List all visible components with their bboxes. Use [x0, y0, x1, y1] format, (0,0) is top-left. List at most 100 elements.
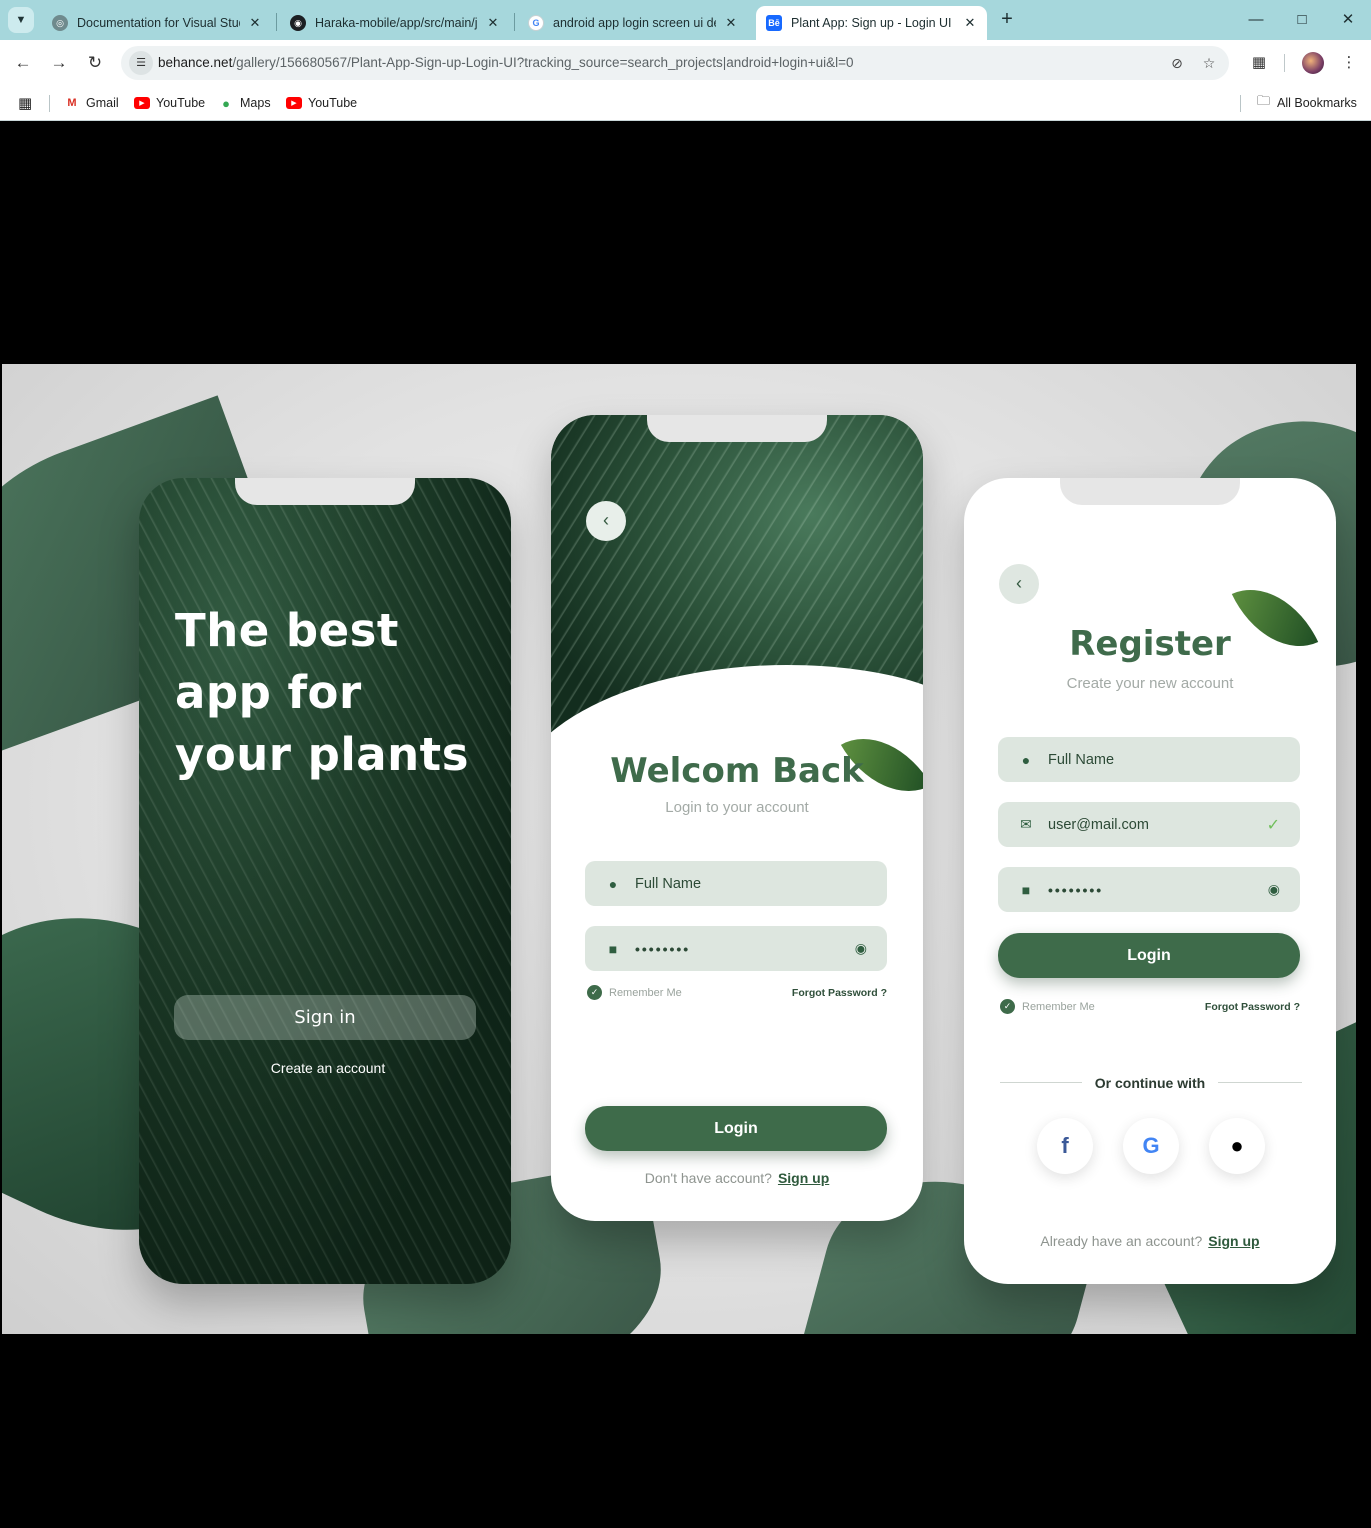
sign-in-button[interactable]: Sign in: [174, 995, 476, 1040]
close-icon[interactable]: ✕: [248, 15, 262, 31]
remember-me-label: Remember Me: [1022, 1000, 1095, 1013]
lock-icon: ■: [1021, 881, 1031, 898]
menu-kebab-icon[interactable]: ⋮: [1337, 51, 1361, 75]
login-subtitle: Login to your account: [665, 799, 809, 816]
phone-notch: [1060, 478, 1240, 505]
bookmark-youtube-2[interactable]: ▶ YouTube: [286, 93, 357, 113]
tab-google-search[interactable]: G android app login screen ui des ✕: [518, 6, 748, 40]
lock-icon: ■: [608, 940, 618, 957]
all-bookmarks-label: All Bookmarks: [1277, 96, 1357, 110]
forward-arrow-icon[interactable]: →: [47, 51, 71, 75]
minimize-icon[interactable]: —: [1244, 8, 1268, 32]
apple-icon[interactable]: ●: [1209, 1118, 1265, 1174]
maximize-icon[interactable]: □: [1290, 8, 1314, 32]
email-value: user@mail.com: [1048, 816, 1149, 833]
eye-icon[interactable]: ◉: [855, 940, 867, 957]
url-path: /gallery/156680567/Plant-App-Sign-up-Log…: [232, 55, 854, 70]
or-continue-with: Or continue with: [1094, 1075, 1206, 1091]
all-bookmarks[interactable]: 🗀 All Bookmarks: [1257, 93, 1357, 113]
tab-documentation[interactable]: ◎ Documentation for Visual Studi ✕: [42, 6, 272, 40]
navigation-toolbar: ← → ↻ ☰ behance.net/gallery/156680567/Pl…: [0, 40, 1371, 86]
close-icon[interactable]: ✕: [486, 15, 500, 31]
password-mask: ••••••••: [1048, 881, 1104, 898]
tab-title: android app login screen ui des: [553, 16, 716, 30]
reload-icon[interactable]: ↻: [83, 51, 107, 75]
bookmark-label: Maps: [240, 96, 271, 110]
browser-chrome: ▼ ◎ Documentation for Visual Studi ✕ ◉ H…: [0, 0, 1371, 121]
tab-search-button[interactable]: ▼: [8, 7, 34, 33]
github-icon: ◉: [290, 15, 306, 31]
phone-register-screen: ‹ Register Create your new account ● Ful…: [964, 478, 1336, 1284]
tab-title: Plant App: Sign up - Login UI ::: [791, 16, 955, 30]
eye-off-icon[interactable]: ⊘: [1167, 53, 1187, 73]
apps-grid-icon[interactable]: ▦: [18, 93, 32, 113]
back-chevron-icon[interactable]: ‹: [586, 501, 626, 541]
forgot-password-link[interactable]: Forgot Password ?: [1205, 1001, 1300, 1013]
url-domain: behance.net: [158, 55, 233, 70]
phone-notch: [235, 478, 415, 505]
bookmark-label: YouTube: [156, 96, 206, 110]
phone-welcome-screen: The best app for your plants Sign in Cre…: [139, 478, 511, 1284]
check-icon: ✓: [1000, 999, 1015, 1014]
bookmarks-bar: ▦ M Gmail ▶ YouTube ● Maps ▶ YouTube 🗀 A…: [0, 86, 1371, 121]
login-button[interactable]: Login: [998, 933, 1300, 978]
bookmark-youtube[interactable]: ▶ YouTube: [134, 93, 205, 113]
bookmark-gmail[interactable]: M Gmail: [64, 93, 119, 113]
tab-separator: [514, 13, 515, 31]
full-name-placeholder: Full Name: [1048, 751, 1115, 768]
window-close-icon[interactable]: ✕: [1336, 8, 1360, 32]
scrollbar[interactable]: [1357, 121, 1371, 1528]
back-arrow-icon[interactable]: ←: [11, 51, 35, 75]
sign-up-link[interactable]: Sign up: [778, 1170, 829, 1186]
facebook-icon[interactable]: f: [1037, 1118, 1093, 1174]
remember-me-checkbox[interactable]: ✓ Remember Me: [587, 985, 682, 1000]
tab-title: Documentation for Visual Studi: [77, 16, 240, 30]
mail-icon: ✉: [1020, 816, 1032, 832]
toolbar-divider: [1284, 54, 1285, 72]
site-info-icon[interactable]: ☰: [129, 51, 153, 75]
eye-icon[interactable]: ◉: [1268, 881, 1280, 898]
star-icon[interactable]: ☆: [1199, 53, 1219, 73]
extensions-icon[interactable]: ▦: [1247, 51, 1271, 75]
sign-up-link[interactable]: Sign up: [1208, 1233, 1259, 1249]
forgot-password-link[interactable]: Forgot Password ?: [792, 987, 887, 999]
google-icon: G: [528, 15, 544, 31]
tab-strip: ▼ ◎ Documentation for Visual Studi ✕ ◉ H…: [0, 0, 1371, 40]
password-field[interactable]: ■ •••••••• ◉: [585, 926, 887, 971]
close-icon[interactable]: ✕: [724, 15, 738, 31]
full-name-field[interactable]: ● Full Name: [998, 737, 1300, 782]
google-icon[interactable]: G: [1123, 1118, 1179, 1174]
maps-icon: ●: [218, 96, 234, 111]
new-tab-button[interactable]: +: [996, 9, 1018, 31]
login-title: Welcom Back: [610, 751, 864, 791]
headline-line: The best: [175, 604, 399, 657]
page-viewport: The best app for your plants Sign in Cre…: [0, 121, 1371, 1528]
password-field[interactable]: ■ •••••••• ◉: [998, 867, 1300, 912]
tab-behance-active[interactable]: Bē Plant App: Sign up - Login UI :: ✕: [756, 6, 987, 40]
full-name-placeholder: Full Name: [635, 875, 702, 892]
login-button[interactable]: Login: [585, 1106, 887, 1151]
create-account-link[interactable]: Create an account: [139, 1060, 511, 1076]
address-bar[interactable]: ☰ behance.net/gallery/156680567/Plant-Ap…: [121, 46, 1229, 80]
profile-avatar[interactable]: [1302, 52, 1324, 74]
bookmark-maps[interactable]: ● Maps: [218, 93, 271, 113]
full-name-field[interactable]: ● Full Name: [585, 861, 887, 906]
remember-me-label: Remember Me: [609, 986, 682, 999]
back-chevron-icon[interactable]: ‹: [999, 564, 1039, 604]
register-subtitle: Create your new account: [1066, 675, 1234, 692]
signin-prompt: Already have an account? Sign up: [964, 1233, 1336, 1249]
url-text[interactable]: behance.net/gallery/156680567/Plant-App-…: [158, 55, 853, 70]
signin-prompt-text: Already have an account?: [1040, 1233, 1203, 1249]
email-field[interactable]: ✉ user@mail.com ✓: [998, 802, 1300, 847]
close-icon[interactable]: ✕: [963, 15, 977, 31]
bookmark-divider: [1240, 95, 1241, 112]
tab-separator: [276, 13, 277, 31]
remember-me-checkbox[interactable]: ✓ Remember Me: [1000, 999, 1095, 1014]
image-overlay: [139, 478, 511, 1284]
tab-github[interactable]: ◉ Haraka-mobile/app/src/main/ja ✕: [280, 6, 510, 40]
phone-login-screen: ‹ Welcom Back Login to your account ● Fu…: [551, 415, 923, 1221]
project-hero-image: The best app for your plants Sign in Cre…: [2, 364, 1356, 1334]
youtube-icon: ▶: [134, 97, 150, 109]
folder-icon: 🗀: [1257, 93, 1271, 108]
tab-title: Haraka-mobile/app/src/main/ja: [315, 16, 478, 30]
